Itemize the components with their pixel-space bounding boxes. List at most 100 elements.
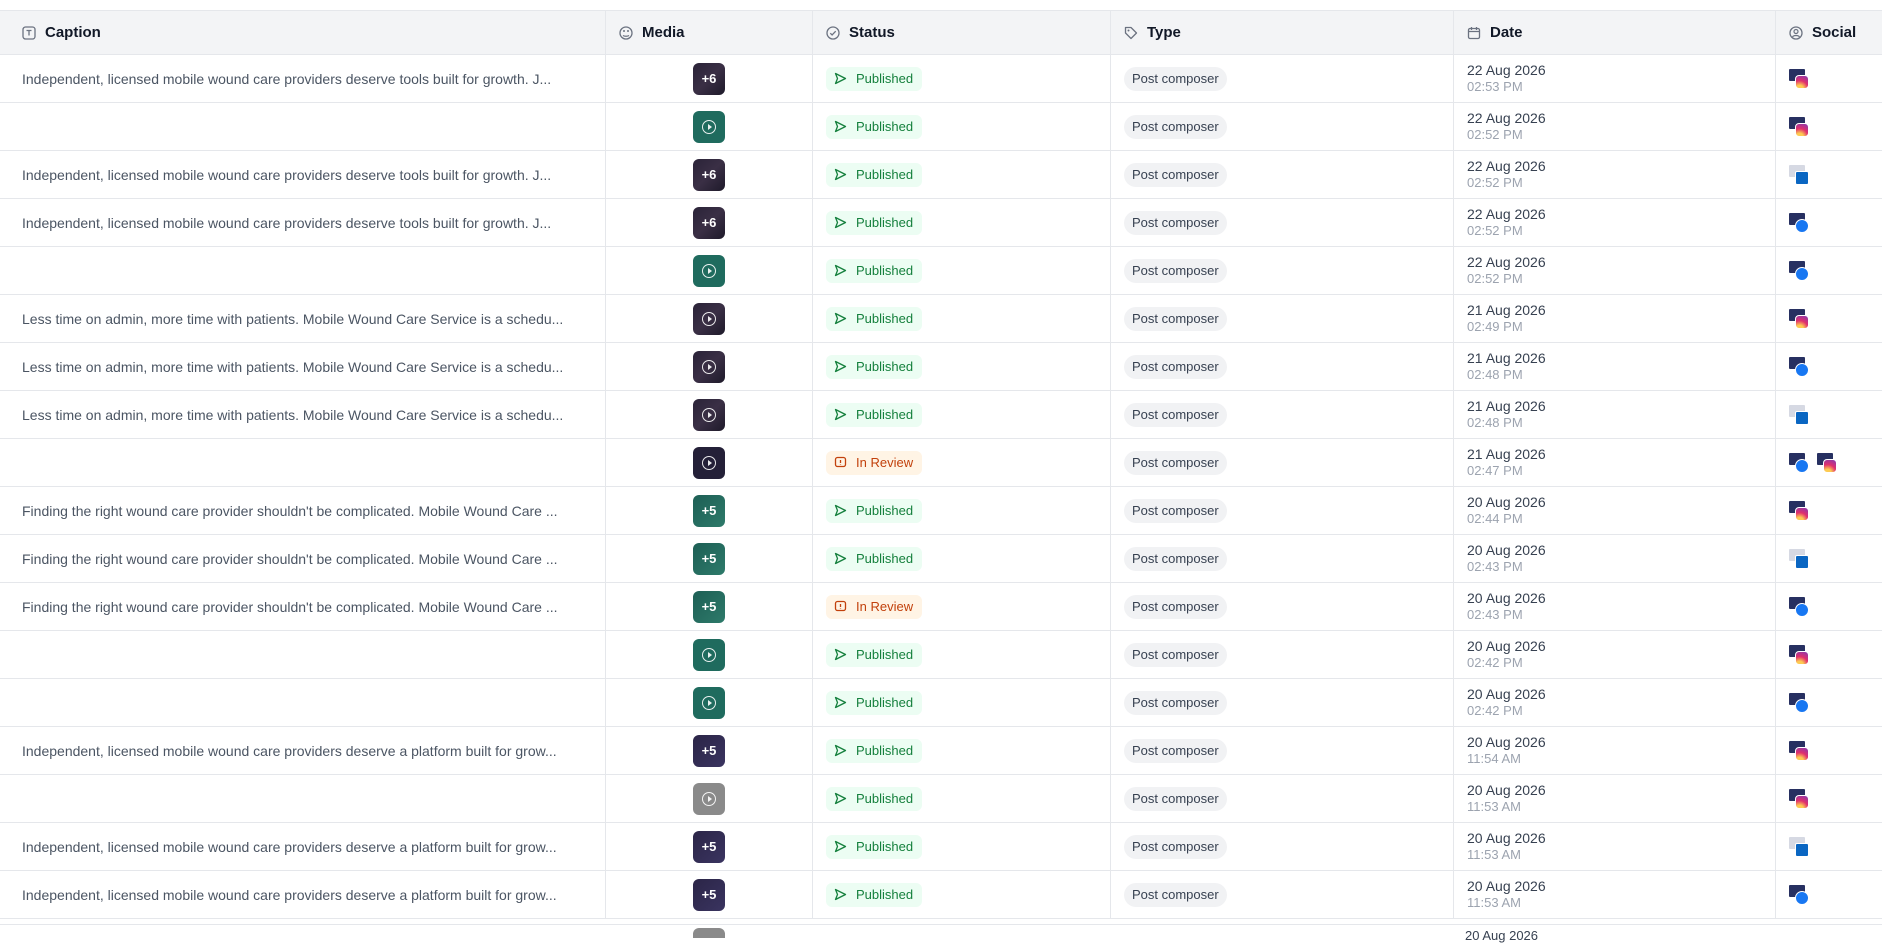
table-row[interactable]: In Review Post composer 21 Aug 2026 02:4… [0, 439, 1882, 487]
media-thumbnail[interactable] [693, 446, 725, 479]
status-cell: Published [813, 391, 1111, 438]
social-account[interactable] [1789, 596, 1811, 618]
status-cell: Published [813, 343, 1111, 390]
media-thumbnail[interactable]: +5 [693, 590, 725, 623]
caption-cell[interactable] [0, 631, 606, 678]
table-row[interactable]: Published Post composer 20 Aug 2026 02:4… [0, 631, 1882, 679]
caption-cell[interactable]: Less time on admin, more time with patie… [0, 343, 606, 390]
table-row[interactable]: Less time on admin, more time with patie… [0, 295, 1882, 343]
status-label: Published [856, 647, 914, 662]
column-header-social[interactable]: Social [1776, 11, 1882, 54]
media-cell [606, 631, 813, 678]
column-header-date[interactable]: Date [1454, 11, 1776, 54]
social-account[interactable] [1789, 740, 1811, 762]
media-thumbnail[interactable]: +5 [693, 830, 725, 863]
social-account[interactable] [1789, 548, 1811, 570]
media-thumbnail[interactable]: +5 [693, 878, 725, 911]
table-row[interactable]: Finding the right wound care provider sh… [0, 535, 1882, 583]
media-thumbnail[interactable] [693, 686, 725, 719]
send-icon [834, 408, 847, 421]
media-thumbnail[interactable]: +5 [693, 734, 725, 767]
media-thumbnail[interactable] [693, 782, 725, 815]
social-account[interactable] [1789, 836, 1811, 858]
column-header-media[interactable]: Media [606, 11, 813, 54]
post-time: 02:53 PM [1467, 79, 1523, 94]
social-account[interactable] [1789, 116, 1811, 138]
caption-cell[interactable]: Independent, licensed mobile wound care … [0, 199, 606, 246]
table-row[interactable]: Independent, licensed mobile wound care … [0, 55, 1882, 103]
social-account[interactable] [1789, 68, 1811, 90]
column-header-status[interactable]: Status [813, 11, 1111, 54]
post-date: 20 Aug 2026 [1467, 782, 1546, 798]
date-cell: 21 Aug 2026 02:49 PM [1454, 295, 1776, 342]
social-account[interactable] [1789, 500, 1811, 522]
caption-cell[interactable]: Less time on admin, more time with patie… [0, 391, 606, 438]
date-cell: 22 Aug 2026 02:53 PM [1454, 55, 1776, 102]
caption-cell[interactable]: Finding the right wound care provider sh… [0, 487, 606, 534]
column-header-type[interactable]: Type [1111, 11, 1454, 54]
social-account[interactable] [1789, 884, 1811, 906]
caption-cell[interactable] [0, 679, 606, 726]
caption-cell[interactable]: Finding the right wound care provider sh… [0, 535, 606, 582]
type-cell: Post composer [1111, 871, 1454, 918]
caption-cell[interactable]: Independent, licensed mobile wound care … [0, 727, 606, 774]
social-account[interactable] [1789, 308, 1811, 330]
table-row[interactable]: Published Post composer 22 Aug 2026 02:5… [0, 103, 1882, 151]
table-row[interactable]: Independent, licensed mobile wound care … [0, 823, 1882, 871]
social-account[interactable] [1789, 404, 1811, 426]
status-badge: Published [826, 498, 923, 523]
media-more-count: +6 [701, 215, 717, 230]
caption-cell[interactable]: Independent, licensed mobile wound care … [0, 823, 606, 870]
post-time: 02:52 PM [1467, 127, 1523, 142]
status-badge: Published [826, 354, 923, 379]
caption-cell[interactable] [0, 439, 606, 486]
send-icon [834, 264, 847, 277]
social-account[interactable] [1789, 788, 1811, 810]
type-cell: Post composer [1111, 439, 1454, 486]
table-row[interactable]: Independent, licensed mobile wound care … [0, 727, 1882, 775]
status-badge: Published [826, 66, 923, 91]
table-row[interactable]: Less time on admin, more time with patie… [0, 343, 1882, 391]
social-account[interactable] [1789, 356, 1811, 378]
table-row[interactable]: Finding the right wound care provider sh… [0, 583, 1882, 631]
table-row[interactable]: Independent, licensed mobile wound care … [0, 151, 1882, 199]
post-date: 22 Aug 2026 [1467, 254, 1546, 270]
table-row[interactable]: Independent, licensed mobile wound care … [0, 199, 1882, 247]
media-thumbnail[interactable] [693, 254, 725, 287]
media-thumbnail[interactable]: +6 [693, 158, 725, 191]
caption-cell[interactable] [0, 247, 606, 294]
table-row[interactable]: Independent, licensed mobile wound care … [0, 871, 1882, 919]
facebook-icon [1795, 362, 1809, 377]
social-account[interactable] [1789, 260, 1811, 282]
post-date: 22 Aug 2026 [1467, 206, 1546, 222]
media-thumbnail[interactable] [693, 302, 725, 335]
media-thumbnail[interactable]: +5 [693, 542, 725, 575]
social-account[interactable] [1789, 692, 1811, 714]
media-thumbnail[interactable]: +6 [693, 206, 725, 239]
caption-cell[interactable]: Finding the right wound care provider sh… [0, 583, 606, 630]
media-thumbnail[interactable] [693, 110, 725, 143]
caption-cell[interactable]: Independent, licensed mobile wound care … [0, 151, 606, 198]
media-more-count: +5 [701, 551, 717, 566]
caption-cell[interactable] [0, 775, 606, 822]
caption-cell[interactable]: Independent, licensed mobile wound care … [0, 55, 606, 102]
caption-cell[interactable]: Independent, licensed mobile wound care … [0, 871, 606, 918]
table-row[interactable]: Less time on admin, more time with patie… [0, 391, 1882, 439]
table-row[interactable]: Finding the right wound care provider sh… [0, 487, 1882, 535]
social-account[interactable] [1789, 164, 1811, 186]
table-row[interactable]: Published Post composer 20 Aug 2026 11:5… [0, 775, 1882, 823]
social-account[interactable] [1789, 452, 1811, 474]
media-thumbnail[interactable]: +6 [693, 62, 725, 95]
caption-cell[interactable] [0, 103, 606, 150]
caption-cell[interactable]: Less time on admin, more time with patie… [0, 295, 606, 342]
social-account[interactable] [1789, 644, 1811, 666]
media-thumbnail[interactable] [693, 398, 725, 431]
media-thumbnail[interactable] [693, 638, 725, 671]
media-thumbnail[interactable]: +5 [693, 494, 725, 527]
social-account[interactable] [1789, 212, 1811, 234]
media-thumbnail[interactable] [693, 350, 725, 383]
column-header-caption[interactable]: Caption [0, 11, 606, 54]
table-row[interactable]: Published Post composer 20 Aug 2026 02:4… [0, 679, 1882, 727]
table-row[interactable]: Published Post composer 22 Aug 2026 02:5… [0, 247, 1882, 295]
social-account[interactable] [1817, 452, 1839, 474]
